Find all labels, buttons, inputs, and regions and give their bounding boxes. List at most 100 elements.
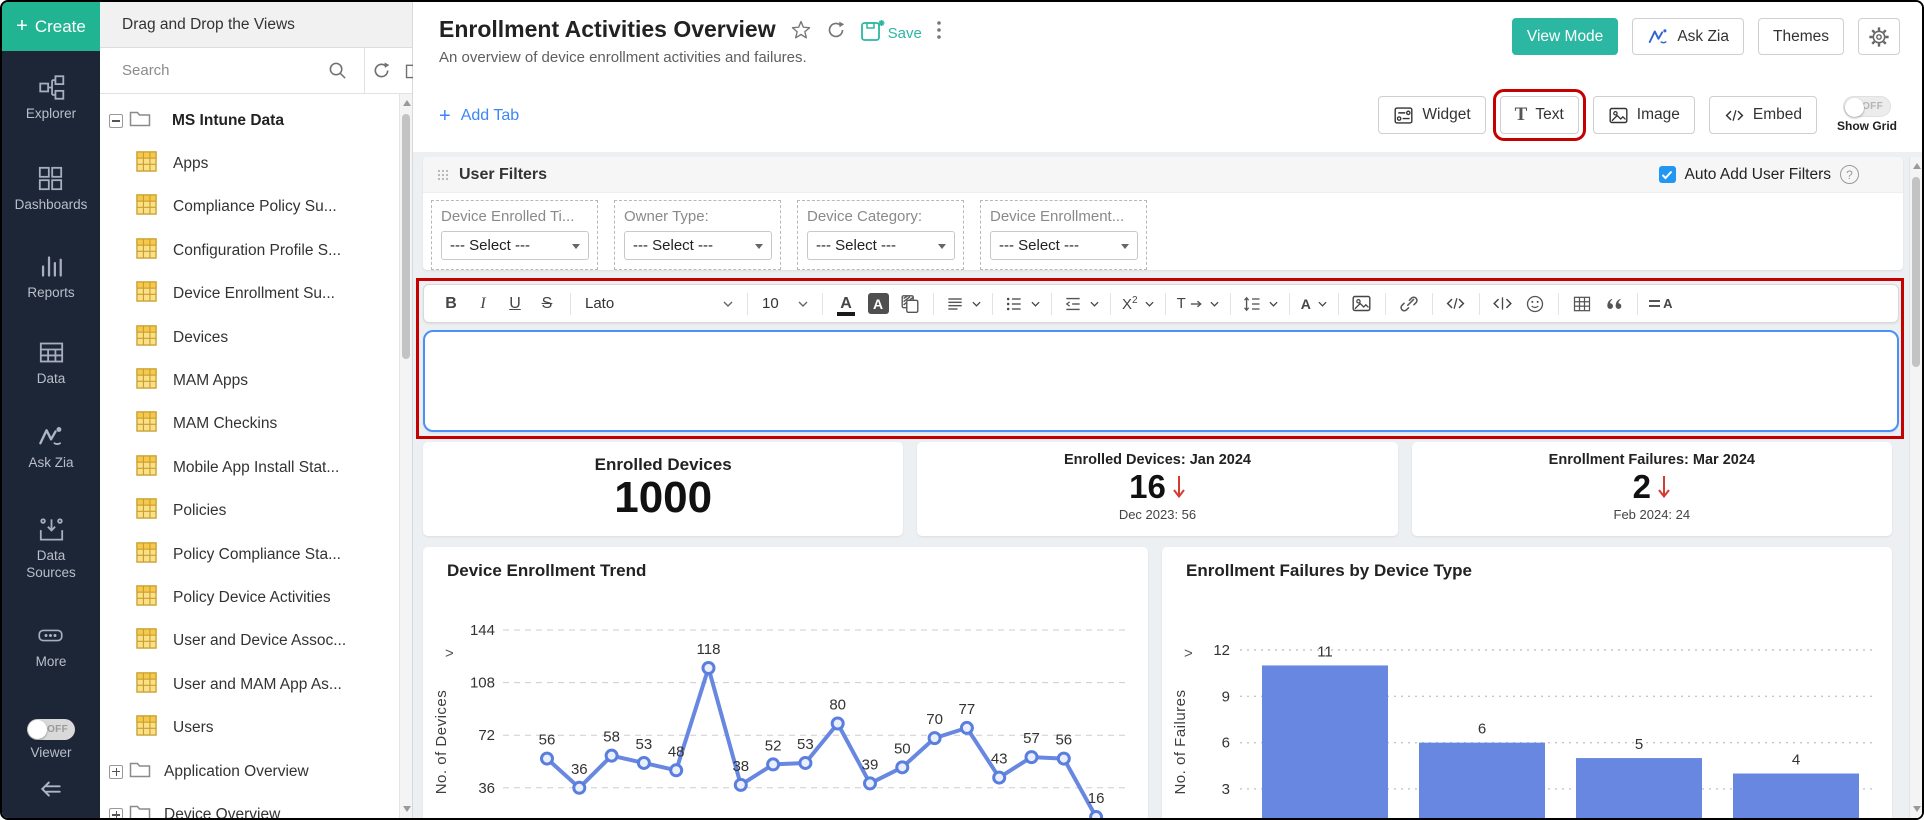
auto-add-checkbox[interactable] <box>1658 166 1676 183</box>
tree-item[interactable]: Configuration Profile S... <box>100 229 412 272</box>
chart-device-enrollment-trend[interactable]: 144 108 72 36 56 36 58 53 48 118 38 52 53 80 39 50 70 77 4… <box>423 547 1148 818</box>
more-options-icon[interactable] <box>936 20 942 40</box>
text-editor-area[interactable] <box>423 330 1899 432</box>
filter-select[interactable]: --- Select --- <box>807 231 955 260</box>
sidebar-item-reports[interactable]: Reports <box>27 253 75 302</box>
tree-item[interactable]: Apps <box>100 142 412 185</box>
expand-plus-icon[interactable] <box>109 807 123 818</box>
code-block-button[interactable] <box>1488 289 1518 319</box>
refresh-views-icon[interactable] <box>365 61 398 80</box>
tree-folder[interactable]: Device Overview <box>100 793 412 818</box>
font-color-button[interactable]: A <box>831 289 861 319</box>
collapse-minus-icon[interactable] <box>109 113 123 128</box>
axis-expand-chevron-icon[interactable]: > <box>1184 645 1193 662</box>
tree-item[interactable]: User and Device Assoc... <box>100 620 412 663</box>
ask-zia-label: Ask Zia <box>1677 27 1729 45</box>
view-mode-button[interactable]: View Mode <box>1511 18 1619 55</box>
themes-button[interactable]: Themes <box>1758 18 1844 55</box>
list-button[interactable] <box>1001 289 1043 319</box>
scrollbar-thumb[interactable] <box>1912 177 1920 367</box>
italic-button[interactable]: I <box>468 289 498 319</box>
favorite-star-icon[interactable] <box>790 19 812 41</box>
show-grid-toggle[interactable]: OFF <box>1843 96 1891 117</box>
scroll-up-arrow[interactable] <box>403 100 411 106</box>
indent-button[interactable] <box>1060 289 1102 319</box>
scroll-up-arrow[interactable] <box>1913 163 1921 169</box>
insert-table-button[interactable] <box>1567 289 1597 319</box>
kpi-enrolled-devices[interactable]: Enrolled Devices 1000 <box>423 442 904 536</box>
scroll-down-arrow[interactable] <box>1913 806 1921 812</box>
canvas-scrollbar[interactable] <box>1909 157 1922 818</box>
highlight-color-button[interactable]: A <box>863 289 893 319</box>
y-axis-label: No. of Failures <box>1172 689 1189 795</box>
select-value: --- Select --- <box>999 237 1079 254</box>
tree-item[interactable]: Policies <box>100 490 412 533</box>
format-painter-button[interactable] <box>895 289 925 319</box>
embed-button[interactable]: Embed <box>1708 96 1817 134</box>
axis-expand-chevron-icon[interactable]: > <box>445 645 454 662</box>
emoji-button[interactable] <box>1520 289 1550 319</box>
search-input[interactable] <box>122 62 321 79</box>
tree-item[interactable]: Policy Compliance Sta... <box>100 533 412 576</box>
underline-button[interactable]: U <box>500 289 530 319</box>
filter-select[interactable]: --- Select --- <box>990 231 1138 260</box>
sidebar-item-explorer[interactable]: Explorer <box>26 74 76 123</box>
insert-image-button[interactable] <box>1347 289 1377 319</box>
font-size-dropdown[interactable]: 10 <box>756 295 814 312</box>
save-button[interactable]: Save <box>860 18 922 42</box>
tree-root-ms-intune-data[interactable]: MS Intune Data <box>100 99 412 142</box>
line-height-button[interactable] <box>1239 289 1281 319</box>
formatting-marks-button[interactable]: A <box>1646 289 1676 319</box>
widget-button[interactable]: Widget <box>1378 96 1486 134</box>
ask-zia-button[interactable]: Ask Zia <box>1632 18 1744 55</box>
add-tab-button[interactable]: + Add Tab <box>439 105 519 128</box>
sidebar-item-data-sources[interactable]: Data Sources <box>16 516 86 582</box>
tree-item[interactable]: Policy Device Activities <box>100 576 412 619</box>
tree-item[interactable]: MAM Checkins <box>100 403 412 446</box>
tree-scrollbar[interactable] <box>399 94 412 818</box>
filter-select[interactable]: --- Select --- <box>441 231 589 260</box>
blockquote-button[interactable] <box>1599 289 1629 319</box>
sidebar-item-label: Explorer <box>25 106 77 121</box>
kpi-enrollment-failures-mar[interactable]: Enrollment Failures: Mar 2024 2 Feb 2024… <box>1411 442 1892 536</box>
viewer-toggle[interactable]: OFF <box>27 719 75 740</box>
settings-button[interactable] <box>1858 18 1900 55</box>
chevron-down-icon <box>798 301 808 307</box>
tree-item[interactable]: Compliance Policy Su... <box>100 186 412 229</box>
sidebar-item-more[interactable]: More <box>36 622 66 671</box>
strikethrough-button[interactable]: S <box>532 289 562 319</box>
text-direction-button[interactable]: T <box>1174 289 1222 319</box>
expand-plus-icon[interactable] <box>109 764 123 779</box>
text-button[interactable]: T Text <box>1492 89 1586 141</box>
align-button[interactable] <box>942 289 984 319</box>
bold-button[interactable]: B <box>436 289 466 319</box>
tree-item[interactable]: User and MAM App As... <box>100 663 412 706</box>
insert-link-button[interactable] <box>1394 289 1424 319</box>
scroll-down-arrow[interactable] <box>403 806 411 812</box>
sidebar-item-dashboards[interactable]: Dashboards <box>15 165 87 214</box>
tree-item[interactable]: Mobile App Install Stat... <box>100 446 412 489</box>
image-button[interactable]: Image <box>1592 96 1695 134</box>
table-icon <box>136 411 157 437</box>
sidebar-item-data[interactable]: Data <box>37 339 65 388</box>
chart-enrollment-failures-by-device-type[interactable]: 12 9 6 3 11 6 5 4 Enrollment Failures by Device… <box>1162 547 1892 818</box>
tree-item[interactable]: Users <box>100 706 412 749</box>
create-button[interactable]: + Create <box>2 2 100 51</box>
help-icon[interactable]: ? <box>1840 165 1859 184</box>
tree-item[interactable]: Devices <box>100 316 412 359</box>
tree-item[interactable]: MAM Apps <box>100 359 412 402</box>
kpi-enrolled-devices-jan[interactable]: Enrolled Devices: Jan 2024 16 Dec 2023: … <box>917 442 1398 536</box>
text-direction-icon: T <box>1176 295 1186 312</box>
scrollbar-thumb[interactable] <box>402 114 410 359</box>
refresh-icon[interactable] <box>826 20 846 40</box>
font-family-dropdown[interactable]: Lato <box>579 295 739 312</box>
sidebar-item-ask-zia[interactable]: Ask Zia <box>28 423 74 472</box>
filter-select[interactable]: --- Select --- <box>624 231 772 260</box>
collapse-sidebar-button[interactable] <box>38 776 64 807</box>
drag-handle-icon[interactable] <box>437 169 449 181</box>
tree-folder[interactable]: Application Overview <box>100 750 412 793</box>
superscript-button[interactable]: X2 <box>1119 289 1157 319</box>
tree-item[interactable]: Device Enrollment Su... <box>100 273 412 316</box>
inline-code-button[interactable] <box>1441 289 1471 319</box>
text-case-button[interactable]: A <box>1298 289 1330 319</box>
